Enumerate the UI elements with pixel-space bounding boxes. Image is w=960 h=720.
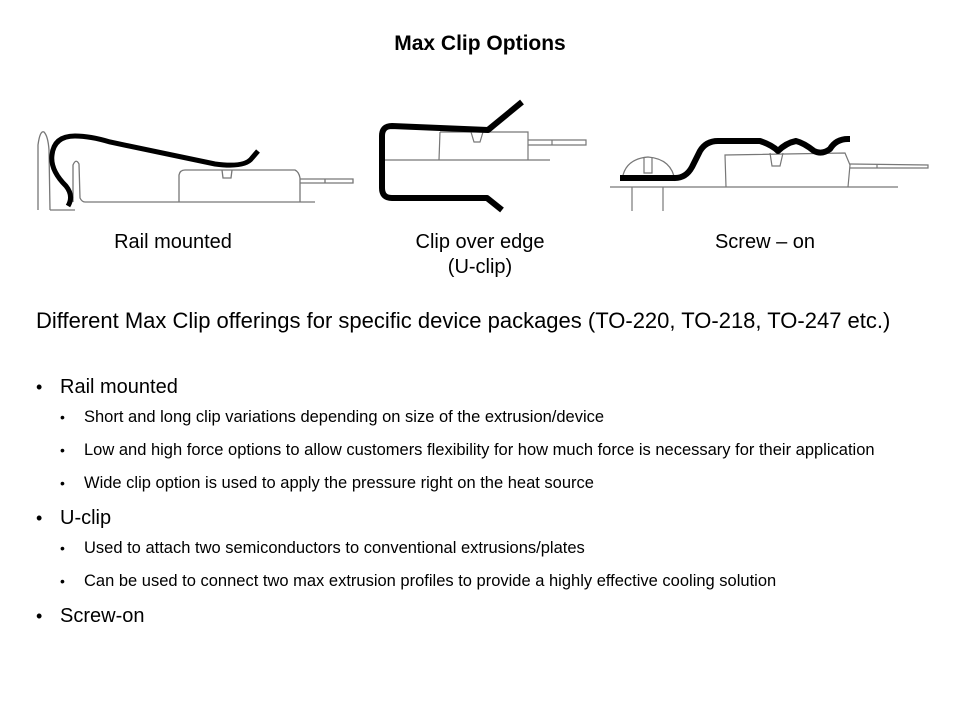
sub-bullet: Short and long clip variations depending… [60,405,936,430]
screw-on-clip-diagram [600,125,940,215]
u-clip-icon [379,99,587,213]
figure-label-line1: Clip over edge [415,231,545,253]
intro-text: Different Max Clip offerings for specifi… [36,308,891,333]
sub-bullet: Low and high force options to allow cust… [60,438,936,463]
bullet-list: Rail mounted Short and long clip variati… [36,373,936,632]
figure-label-u-clip: Clip over edge (U-clip) [380,230,580,280]
sub-bullet: Can be used to connect two max extrusion… [60,569,936,594]
figure-label-rail-mounted: Rail mounted [80,230,266,255]
sub-bullet: Used to attach two semiconductors to con… [60,536,936,561]
bullet-u-clip: U-clip Used to attach two semiconductors… [36,504,936,594]
sub-bullet-list: Used to attach two semiconductors to con… [60,536,936,594]
rail-mounted-clip-icon [37,131,354,211]
sub-bullet: Wide clip option is used to apply the pr… [60,471,936,496]
bullet-rail-mounted: Rail mounted Short and long clip variati… [36,373,936,496]
rail-mounted-clip-diagram [30,120,360,220]
bullet-label: U-clip [60,507,112,529]
figure-label-line1: Rail mounted [114,231,232,253]
bullet-label: Rail mounted [60,376,178,398]
bullet-label: Screw-on [60,605,145,627]
slide-title: Max Clip Options [394,32,566,55]
bullet-screw-on: Screw-on [36,602,936,630]
u-clip-diagram [370,90,600,215]
screw-on-clip-icon [610,136,929,211]
figure-label-screw-on: Screw – on [680,230,850,255]
figure-label-line1: Screw – on [714,231,816,253]
sub-bullet-list: Short and long clip variations depending… [60,405,936,496]
figure-label-line2: (U-clip) [447,256,513,278]
